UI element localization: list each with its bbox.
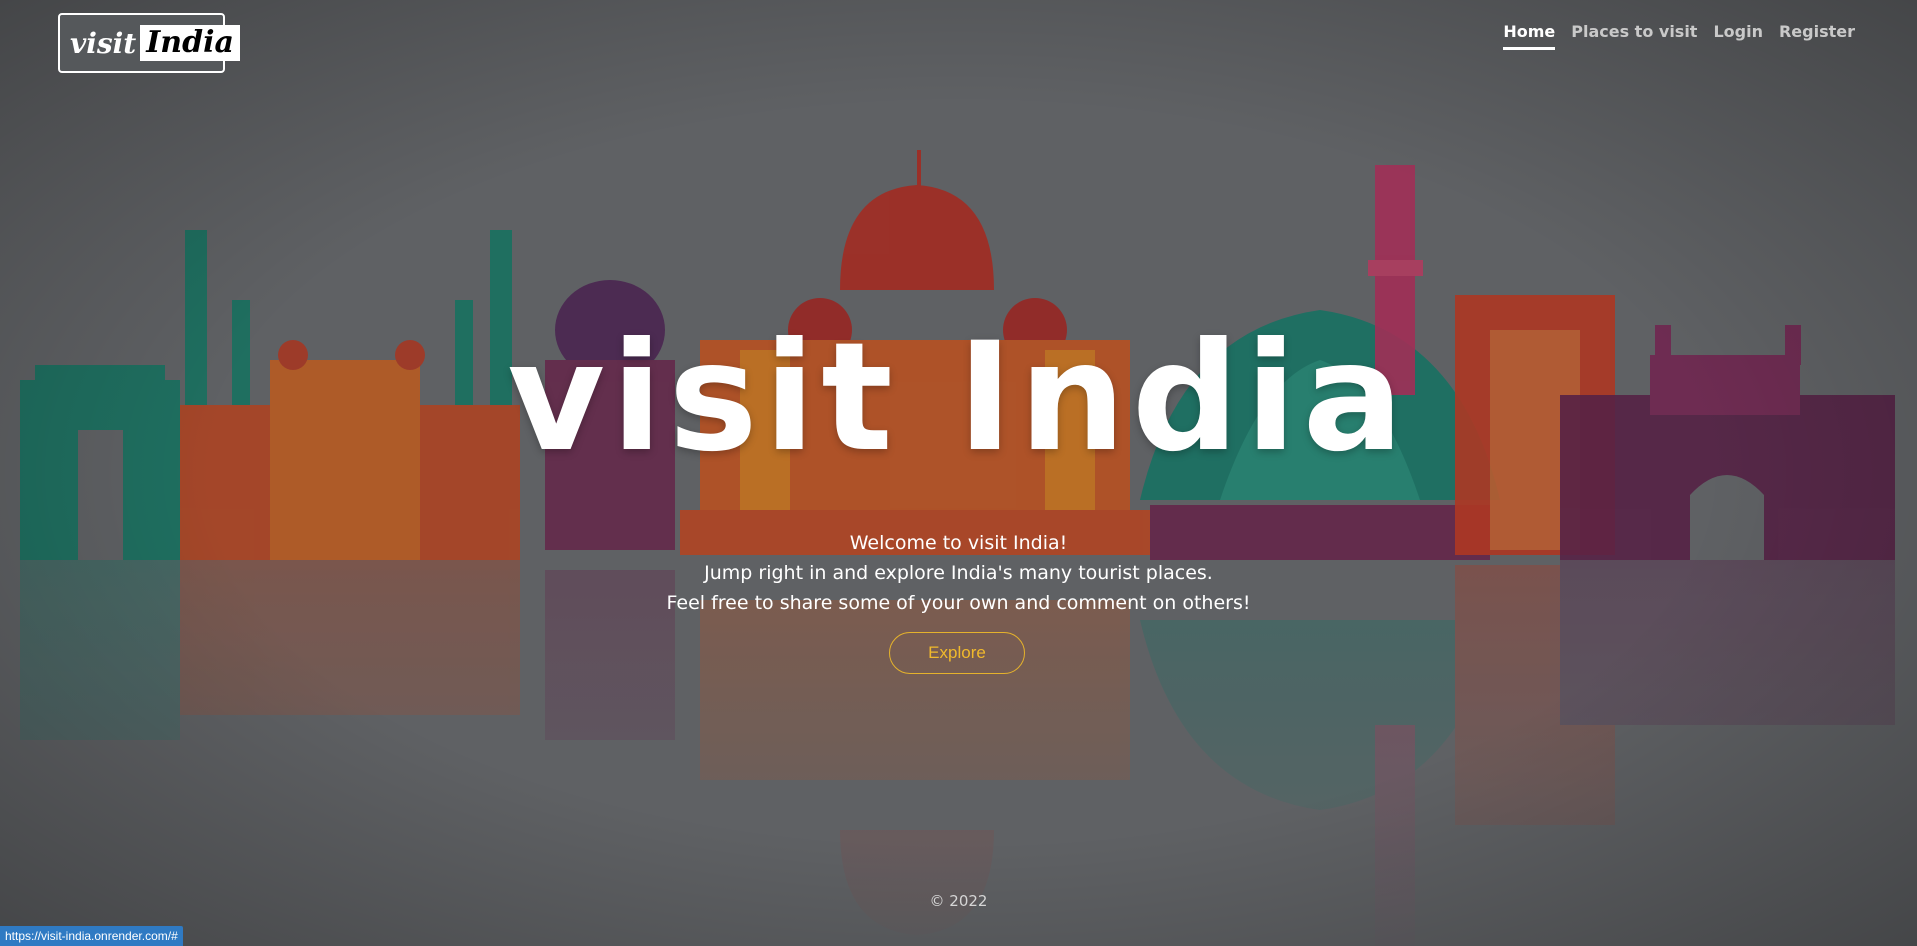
nav-register[interactable]: Register bbox=[1779, 22, 1855, 50]
top-nav: Home Places to visit Login Register bbox=[1503, 22, 1855, 50]
logo-word-india: India bbox=[140, 25, 240, 61]
nav-home[interactable]: Home bbox=[1503, 22, 1556, 50]
hero-line-share: Feel free to share some of your own and … bbox=[666, 592, 1251, 614]
hero-description: Welcome to visit India! Jump right in an… bbox=[0, 528, 1917, 618]
hero-title: visit India bbox=[507, 311, 1410, 485]
copyright: © 2022 bbox=[929, 892, 988, 910]
nav-places-to-visit[interactable]: Places to visit bbox=[1571, 22, 1697, 50]
logo-word-visit: visit bbox=[70, 26, 137, 60]
hero-line-explore: Jump right in and explore India's many t… bbox=[704, 562, 1213, 584]
hero-line-welcome: Welcome to visit India! bbox=[849, 532, 1068, 554]
explore-button[interactable]: Explore bbox=[889, 632, 1025, 674]
brand-logo[interactable]: visit India bbox=[58, 13, 240, 73]
status-bar-url: https://visit-india.onrender.com/# bbox=[0, 926, 183, 946]
nav-login[interactable]: Login bbox=[1713, 22, 1763, 50]
